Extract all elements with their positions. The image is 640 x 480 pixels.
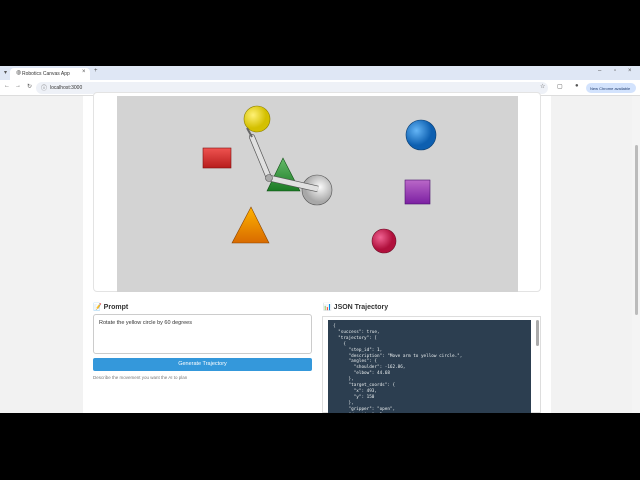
json-heading: 📊 JSON Trajectory	[323, 304, 389, 311]
minimize-icon[interactable]: –	[598, 68, 601, 74]
json-code[interactable]: { "success": true, "trajectory": [ { "st…	[328, 320, 531, 413]
close-tab-icon[interactable]: ×	[82, 69, 86, 75]
reload-icon[interactable]: ↻	[27, 83, 32, 90]
back-icon[interactable]: ←	[4, 83, 10, 89]
prompt-help-text: Describe the movement you want the AI to…	[93, 375, 188, 380]
profile-icon[interactable]: ●	[575, 83, 579, 89]
globe-icon: ◍	[16, 70, 22, 76]
json-scrollbar[interactable]	[536, 320, 539, 346]
prompt-textarea[interactable]: Rotate the yellow circle by 60 degrees	[93, 314, 312, 354]
browser-tab[interactable]: Robotics Canvas App	[10, 68, 90, 80]
prompt-heading: 📝 Prompt	[93, 304, 129, 311]
maximize-icon[interactable]: ▫	[614, 68, 616, 74]
extensions-icon[interactable]: ▢	[557, 83, 563, 90]
close-window-icon[interactable]: ×	[628, 68, 632, 74]
forward-icon[interactable]: →	[15, 83, 21, 89]
site-info-icon[interactable]: ⓘ	[41, 83, 47, 92]
new-chrome-button[interactable]: New Chrome available	[586, 83, 636, 93]
canvas-svg	[202, 105, 437, 254]
generate-trajectory-button[interactable]: Generate Trajectory	[93, 358, 312, 371]
upper-arm	[249, 134, 272, 181]
chart-icon: 📊	[323, 304, 332, 311]
memo-icon: 📝	[93, 304, 102, 311]
purple-square[interactable]	[404, 179, 431, 205]
page-scrollbar-thumb[interactable]	[635, 145, 638, 315]
red-rectangle[interactable]	[202, 147, 232, 169]
orange-triangle[interactable]	[231, 206, 270, 244]
bookmark-star-icon[interactable]: ☆	[540, 83, 545, 90]
robot-canvas[interactable]	[117, 96, 518, 292]
pink-circle[interactable]	[371, 228, 397, 254]
blue-circle[interactable]	[405, 119, 437, 151]
new-tab-icon[interactable]: +	[94, 68, 98, 74]
tab-search-icon[interactable]: ▾	[4, 69, 7, 76]
elbow-joint	[265, 174, 273, 182]
